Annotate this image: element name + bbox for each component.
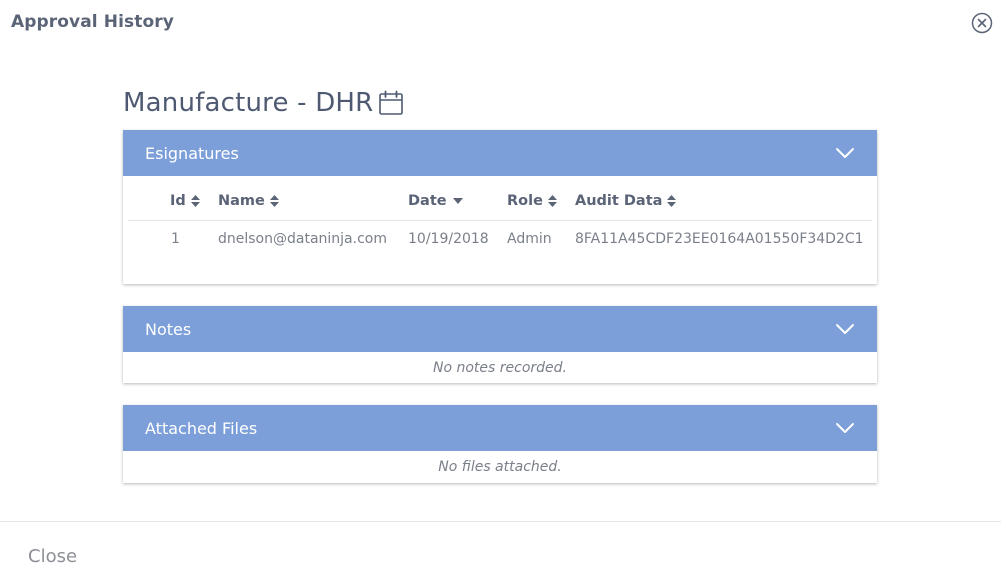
column-header-name[interactable]: Name <box>218 193 279 209</box>
sort-icon <box>667 195 677 207</box>
table-divider <box>128 220 872 221</box>
column-header-date[interactable]: Date <box>408 193 463 209</box>
chevron-down-icon[interactable] <box>835 147 855 159</box>
dialog-title: Approval History <box>11 12 174 32</box>
files-empty-message: No files attached. <box>438 458 562 475</box>
esignatures-panel: Esignatures Id Name Date Role Audit Data… <box>123 130 877 284</box>
esignatures-panel-header[interactable]: Esignatures <box>123 130 877 176</box>
page-title: Manufacture - DHR <box>123 88 374 118</box>
close-button[interactable]: Close <box>28 546 77 567</box>
notes-empty-message: No notes recorded. <box>433 359 567 376</box>
chevron-down-icon[interactable] <box>835 422 855 434</box>
sort-icon <box>269 195 279 207</box>
column-header-role[interactable]: Role <box>507 193 557 209</box>
calendar-icon[interactable] <box>378 90 404 116</box>
record-heading: Manufacture - DHR <box>123 88 404 118</box>
column-header-audit-data[interactable]: Audit Data <box>575 193 677 209</box>
column-header-label: Audit Data <box>575 193 663 209</box>
notes-panel-header[interactable]: Notes <box>123 306 877 352</box>
attached-files-panel: Attached Files No files attached. <box>123 405 877 483</box>
column-header-label: Role <box>507 193 543 209</box>
esignatures-table: Id Name Date Role Audit Data 1 dnelson@d… <box>128 176 872 284</box>
attached-files-panel-title: Attached Files <box>145 418 258 438</box>
cell-audit-data: 8FA11A45CDF23EE0164A01550F34D2C1 <box>575 231 864 247</box>
column-header-label: Id <box>170 193 186 209</box>
sort-icon <box>547 195 557 207</box>
footer-divider <box>0 521 1001 522</box>
column-header-label: Name <box>218 193 265 209</box>
cell-id: 1 <box>171 231 180 247</box>
notes-panel-title: Notes <box>145 319 192 339</box>
close-circle-icon[interactable] <box>971 12 993 34</box>
sort-icon <box>190 195 200 207</box>
chevron-down-icon[interactable] <box>835 323 855 335</box>
sort-desc-icon <box>452 198 463 204</box>
column-header-id[interactable]: Id <box>170 193 200 209</box>
column-header-label: Date <box>408 193 447 209</box>
esignatures-panel-title: Esignatures <box>145 143 239 163</box>
cell-date: 10/19/2018 <box>408 231 489 247</box>
attached-files-panel-header[interactable]: Attached Files <box>123 405 877 451</box>
cell-role: Admin <box>507 231 552 247</box>
notes-panel: Notes No notes recorded. <box>123 306 877 383</box>
cell-name: dnelson@dataninja.com <box>218 231 387 247</box>
